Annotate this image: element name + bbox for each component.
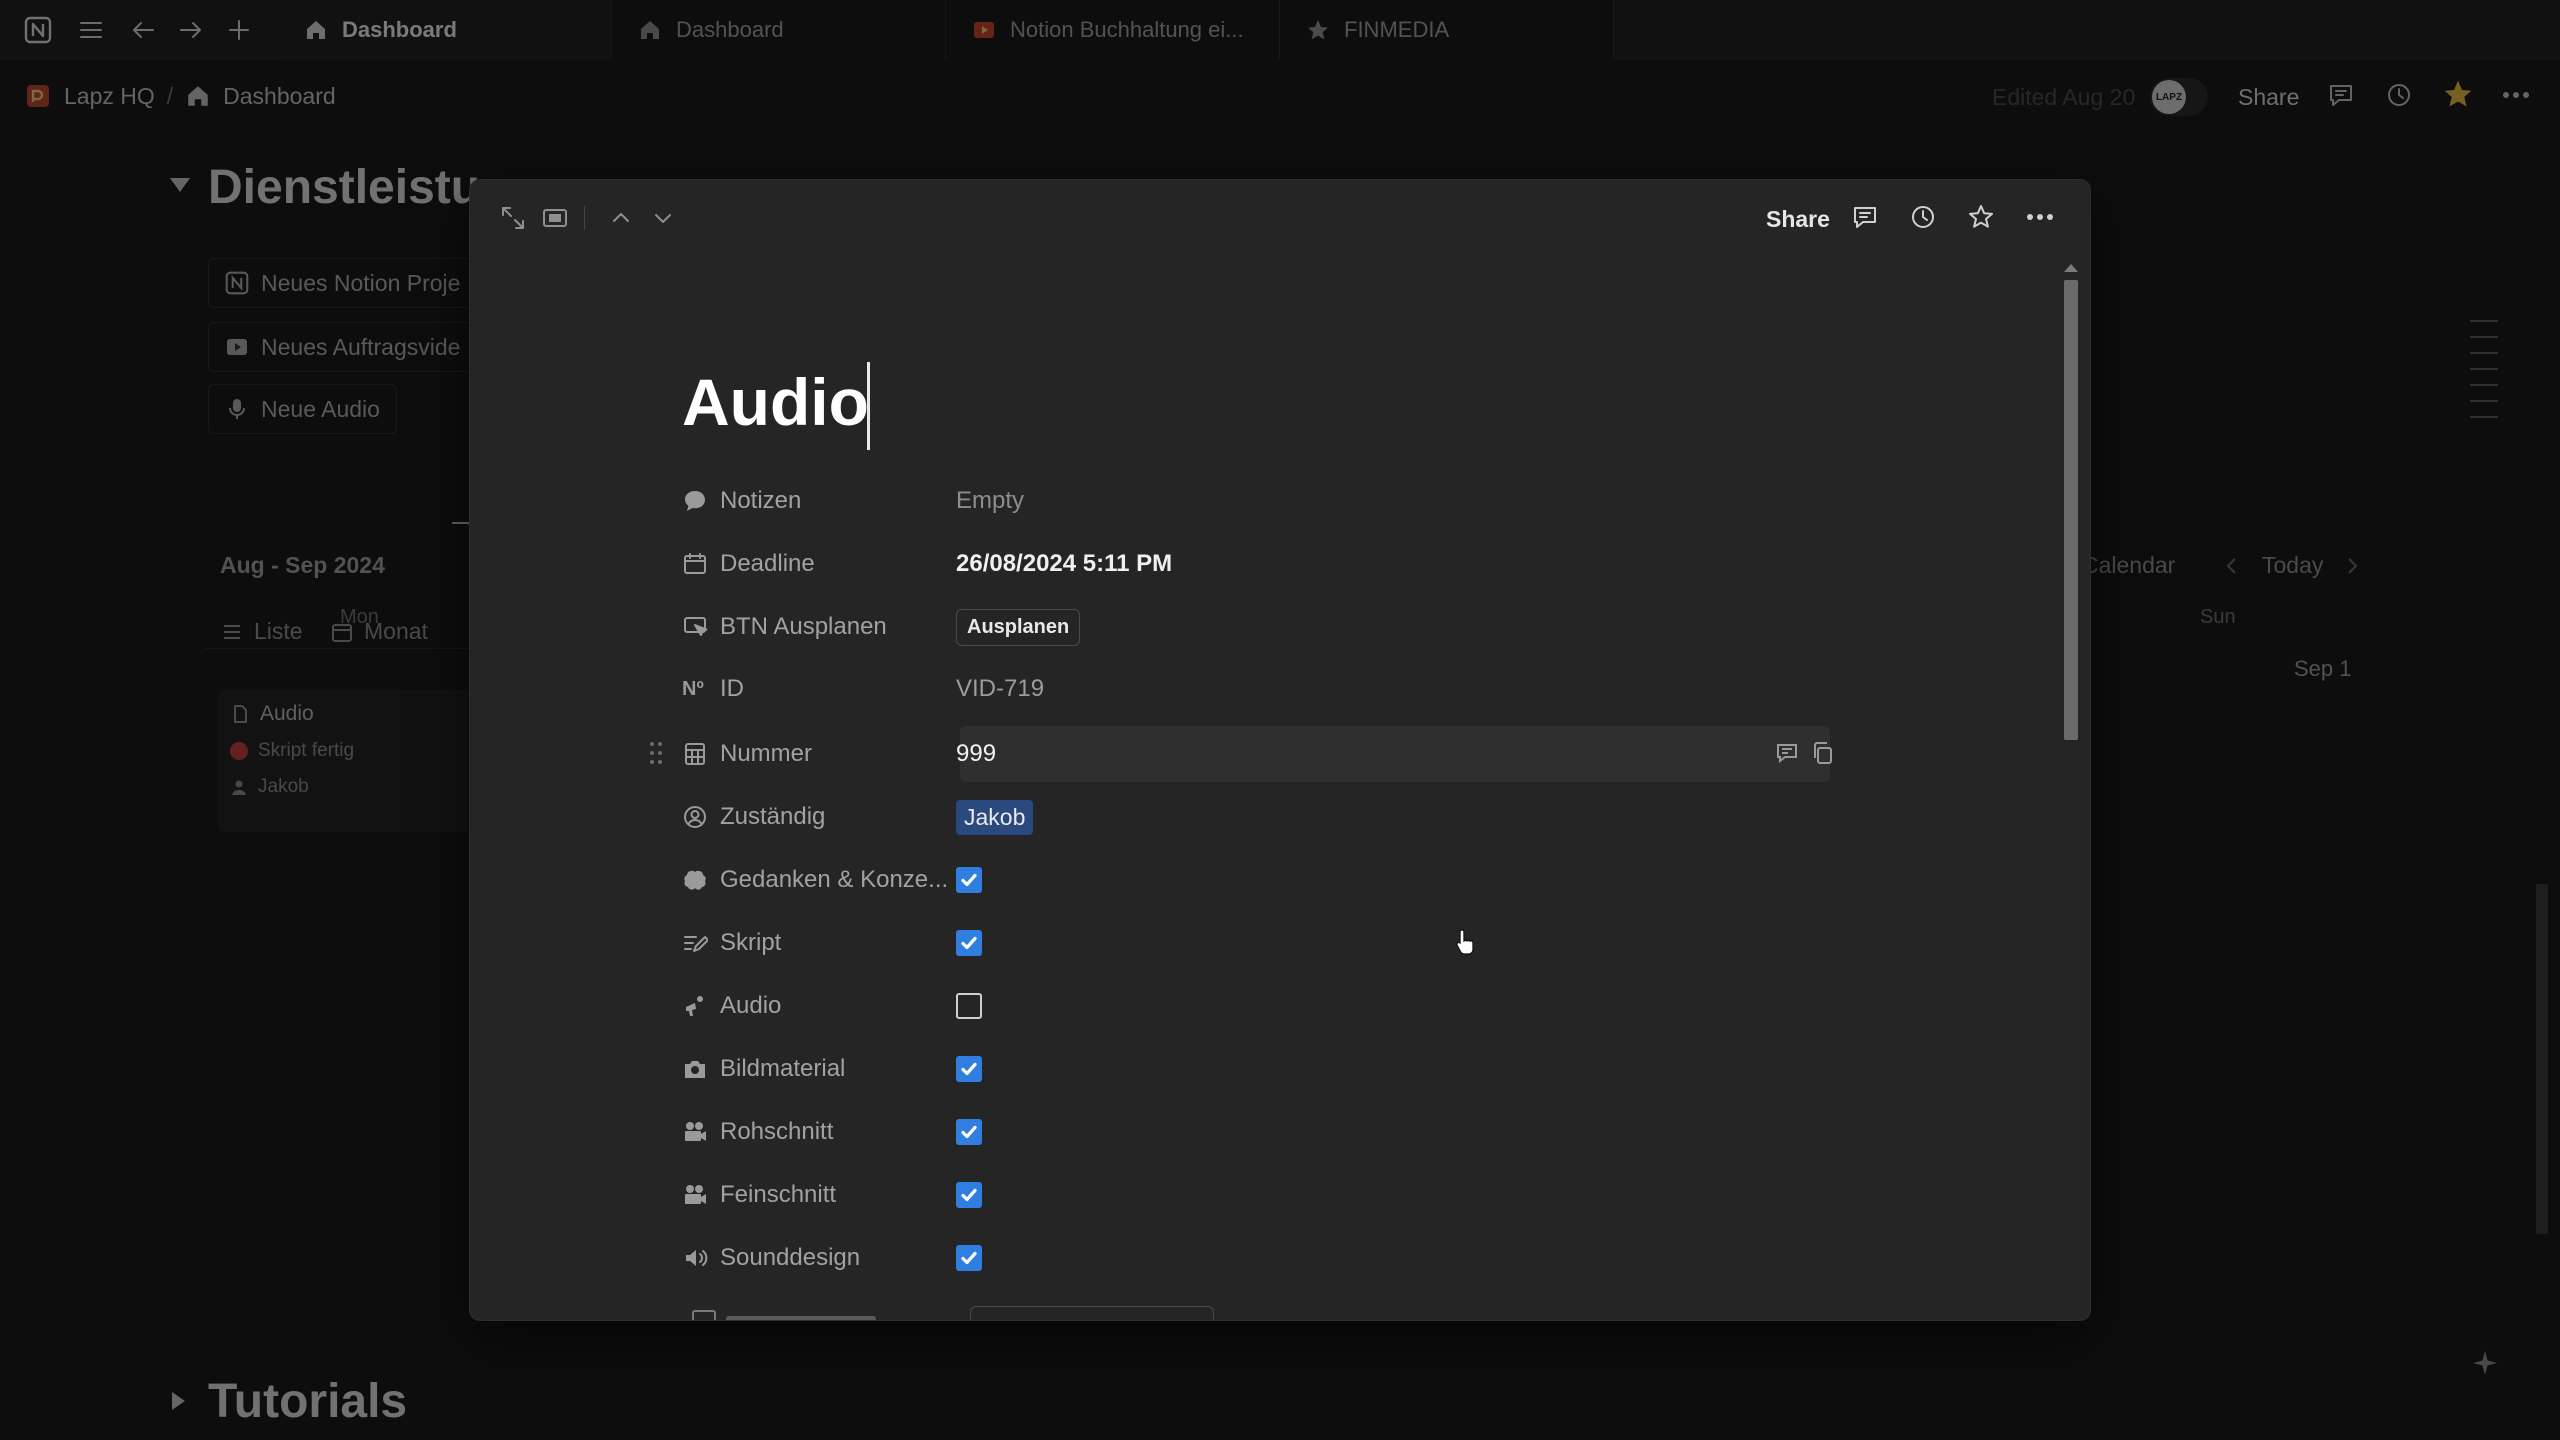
deadline-value[interactable]: 26/08/2024 5:11 PM: [956, 550, 1172, 578]
person-tag-jakob[interactable]: Jakob: [956, 799, 1034, 835]
sounddesign-checkbox[interactable]: [956, 1245, 982, 1271]
skript-checkbox[interactable]: [956, 930, 982, 956]
camera-icon: [682, 1056, 708, 1082]
label-text: Nummer: [720, 740, 813, 767]
megaphone-icon: [682, 993, 708, 1019]
notizen-value[interactable]: Empty: [956, 487, 1024, 515]
label-text: Skript: [720, 929, 782, 956]
property-deadline[interactable]: Deadline 26/08/2024 5:11 PM: [680, 536, 1580, 592]
property-audio[interactable]: Audio: [680, 978, 1580, 1034]
property-label: Nº ID: [680, 675, 956, 703]
film-camera-icon: [682, 1119, 708, 1145]
feinschnitt-checkbox[interactable]: [956, 1182, 982, 1208]
modal-scrollbar-thumb[interactable]: [2064, 280, 2078, 740]
label-text: Bildmaterial: [720, 1055, 846, 1082]
toolbar-divider: [584, 206, 585, 230]
label-text: Sounddesign: [720, 1244, 861, 1271]
chevron-down-icon[interactable]: [648, 203, 678, 233]
property-label: Skript: [680, 929, 956, 957]
drag-handle-icon[interactable]: [648, 740, 664, 766]
property-label: Nummer: [680, 740, 956, 768]
page-title[interactable]: Audio: [682, 362, 869, 442]
label-text: Deadline: [720, 550, 815, 577]
property-label: Rohschnitt: [680, 1118, 956, 1146]
chat-bubble-icon: [682, 488, 708, 514]
modal-share-button[interactable]: Share: [1766, 206, 1830, 233]
property-nummer[interactable]: Nummer 999: [680, 726, 1580, 782]
property-label: BTN Ausplanen: [680, 613, 956, 641]
speaker-icon: [682, 1245, 708, 1271]
comments-icon[interactable]: [1850, 202, 1880, 232]
id-value: VID-719: [956, 675, 1045, 702]
label-text: Zuständig: [720, 803, 826, 830]
label-text: Audio: [720, 992, 782, 1019]
label-text: ID: [720, 675, 744, 702]
property-comment-icon[interactable]: [1774, 740, 1800, 766]
label-text: Gedanken & Konze...: [720, 866, 949, 893]
property-gedanken[interactable]: Gedanken & Konze...: [680, 852, 1580, 908]
label-text: BTN Ausplanen: [720, 613, 887, 640]
number-sign-icon: Nº: [682, 677, 704, 700]
ausplanen-button[interactable]: Ausplanen: [956, 608, 1081, 646]
property-zustaendig[interactable]: Zuständig Jakob: [680, 789, 1580, 845]
brain-icon: [682, 867, 708, 893]
next-property-button-cutoff[interactable]: [970, 1306, 1214, 1320]
copy-icon[interactable]: [1810, 740, 1836, 766]
page-peek-modal: Share Audio Notizen Empty Deadline 26/08…: [470, 180, 2090, 1320]
expand-icon[interactable]: [498, 203, 528, 233]
text-caret: [867, 362, 870, 450]
favorite-star-outline-icon[interactable]: [1966, 202, 1996, 232]
property-notizen[interactable]: Notizen Empty: [680, 473, 1580, 529]
property-label: Sounddesign: [680, 1244, 956, 1272]
film-camera-icon: [682, 1182, 708, 1208]
cursor-click-icon: [682, 614, 708, 640]
property-skript[interactable]: Skript: [680, 915, 1580, 971]
property-label: Deadline: [680, 550, 956, 578]
mouse-cursor-icon: [1455, 928, 1477, 956]
label-text: Feinschnitt: [720, 1181, 837, 1208]
gedanken-checkbox[interactable]: [956, 867, 982, 893]
peek-mode-icon[interactable]: [540, 203, 570, 233]
property-btn-ausplanen[interactable]: BTN Ausplanen Ausplanen: [680, 599, 1580, 655]
calendar-icon: [682, 551, 708, 577]
audio-checkbox[interactable]: [956, 993, 982, 1019]
label-text: Notizen: [720, 487, 802, 514]
person-circle-icon: [682, 804, 708, 830]
property-label: Notizen: [680, 487, 956, 515]
scroll-up-arrow-icon[interactable]: [2064, 264, 2078, 272]
bildmaterial-checkbox[interactable]: [956, 1056, 982, 1082]
next-property-label-cutoff: [726, 1316, 876, 1320]
next-property-icon: [692, 1310, 716, 1320]
more-options-icon[interactable]: [2024, 202, 2056, 232]
property-label: Feinschnitt: [680, 1181, 956, 1209]
history-clock-icon[interactable]: [1908, 202, 1938, 232]
label-text: Rohschnitt: [720, 1118, 834, 1145]
property-sounddesign[interactable]: Sounddesign: [680, 1230, 1580, 1286]
script-icon: [682, 930, 708, 956]
property-label: Gedanken & Konze...: [680, 866, 956, 894]
rohschnitt-checkbox[interactable]: [956, 1119, 982, 1145]
calculator-icon: [682, 741, 708, 767]
property-id[interactable]: Nº ID VID-719: [680, 661, 1580, 717]
property-feinschnitt[interactable]: Feinschnitt: [680, 1167, 1580, 1223]
nummer-value[interactable]: 999: [956, 740, 996, 768]
property-rohschnitt[interactable]: Rohschnitt: [680, 1104, 1580, 1160]
property-bildmaterial[interactable]: Bildmaterial: [680, 1041, 1580, 1097]
chevron-up-icon[interactable]: [606, 203, 636, 233]
property-label: Zuständig: [680, 803, 956, 831]
property-label: Audio: [680, 992, 956, 1020]
property-label: Bildmaterial: [680, 1055, 956, 1083]
